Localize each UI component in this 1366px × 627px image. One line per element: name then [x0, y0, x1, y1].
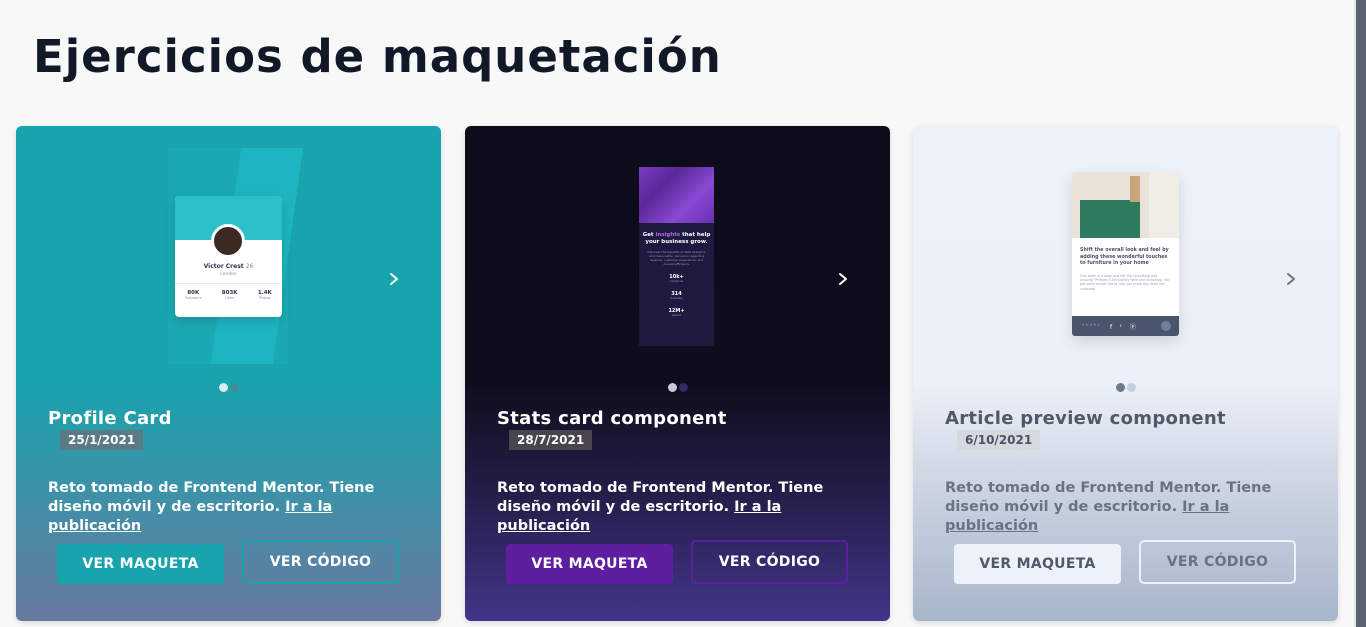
preview-name: Victor Crest: [203, 263, 244, 270]
page-title: Ejercicios de maquetación: [33, 30, 722, 83]
project-preview-carousel: Shift the overall look and feel by addin…: [913, 126, 1338, 392]
social-icons: f ᵗ ⓟ: [1110, 324, 1139, 331]
project-preview-carousel: Get insights that help your business gro…: [465, 126, 890, 392]
project-card-stats-card: Get insights that help your business gro…: [465, 126, 890, 621]
date-badge: 25/1/2021: [60, 430, 144, 450]
card-description: Reto tomado de Frontend Mentor. Tiene di…: [945, 480, 1272, 534]
carousel-dots: [913, 377, 1338, 396]
page-scrollbar[interactable]: [1354, 0, 1366, 627]
card-title: Article preview component: [945, 408, 1226, 429]
carousel-next-icon[interactable]: [1284, 271, 1298, 285]
carousel-dot-1[interactable]: [667, 383, 677, 392]
carousel-dot-1[interactable]: [218, 383, 228, 392]
card-description: Reto tomado de Frontend Mentor. Tiene di…: [497, 480, 824, 534]
date-badge: 28/7/2021: [509, 430, 593, 450]
view-code-button[interactable]: VER CÓDIGO: [242, 540, 399, 584]
share-icon: [1161, 321, 1171, 331]
preview-age: 26: [245, 263, 254, 270]
scrollbar-thumb[interactable]: [1356, 0, 1366, 627]
carousel-next-icon[interactable]: [836, 271, 850, 285]
carousel-dot-2[interactable]: [1126, 383, 1136, 392]
carousel-dots: [16, 377, 441, 396]
carousel-dot-2[interactable]: [229, 383, 239, 392]
card-title: Stats card component: [497, 408, 727, 429]
project-card-profile-card: Victor Crest 26 London 80K Followers 803K…: [16, 126, 441, 621]
preview-article-card-image: Shift the overall look and feel by addin…: [1072, 172, 1179, 336]
carousel-dot-2[interactable]: [678, 383, 688, 392]
carousel-dots: [465, 377, 890, 396]
view-code-button[interactable]: VER CÓDIGO: [1139, 540, 1296, 584]
avatar: [211, 224, 245, 258]
project-preview-carousel: Victor Crest 26 London 80K Followers 803K…: [16, 126, 441, 392]
project-card-article-preview: Shift the overall look and feel by addin…: [913, 126, 1338, 621]
carousel-next-icon[interactable]: [387, 271, 401, 285]
card-description: Reto tomado de Frontend Mentor. Tiene di…: [48, 480, 375, 534]
carousel-dot-1[interactable]: [1115, 383, 1125, 392]
view-code-button[interactable]: VER CÓDIGO: [691, 540, 848, 584]
preview-stats-card-image: Get insights that help your business gro…: [639, 167, 714, 346]
view-mockup-button[interactable]: VER MAQUETA: [954, 544, 1121, 584]
preview-city: London: [220, 272, 237, 277]
preview-profile-card-image: Victor Crest 26 London 80K Followers 803K…: [175, 196, 282, 317]
card-title: Profile Card: [48, 408, 172, 429]
date-badge: 6/10/2021: [957, 430, 1041, 450]
view-mockup-button[interactable]: VER MAQUETA: [506, 544, 673, 584]
preview-stats: 80K Followers 803K Likes 1.4K Photos: [185, 290, 272, 300]
view-mockup-button[interactable]: VER MAQUETA: [57, 544, 224, 584]
